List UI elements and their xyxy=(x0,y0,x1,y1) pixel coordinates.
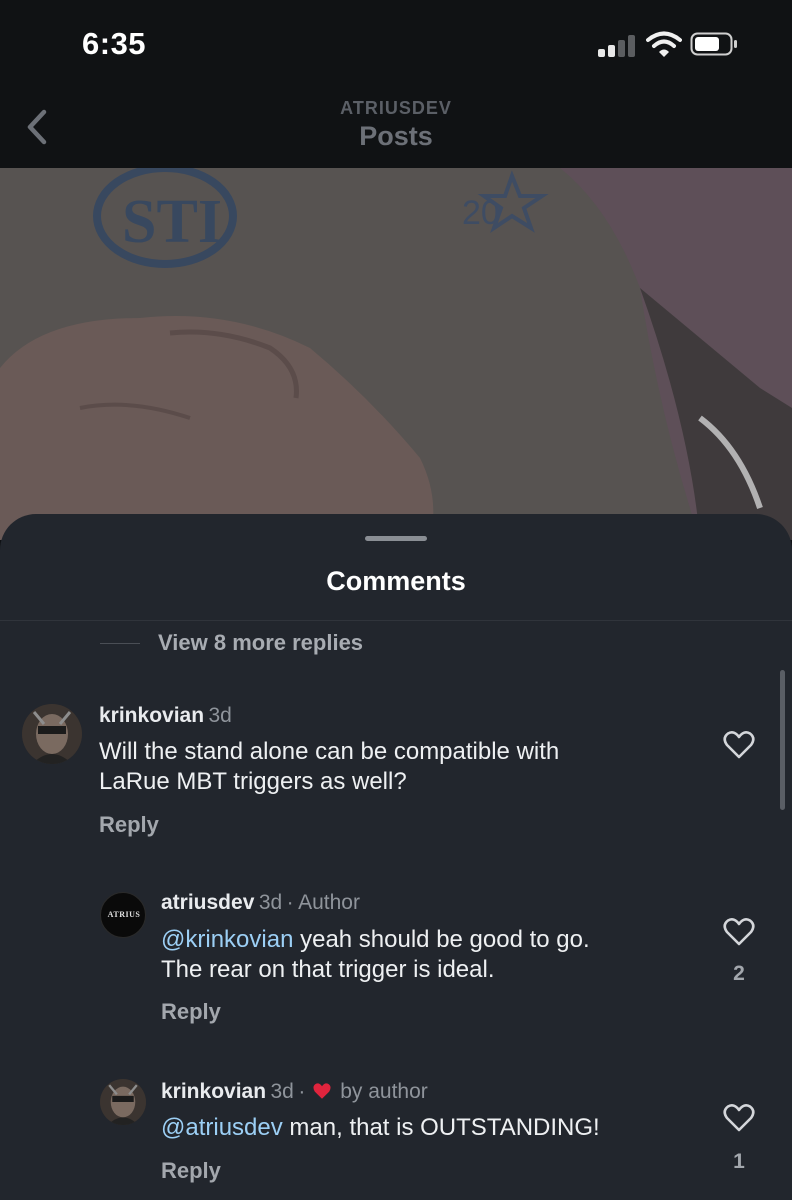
comment-text: man, that is OUTSTANDING! xyxy=(282,1114,600,1141)
comment-username[interactable]: krinkovian xyxy=(161,1080,266,1103)
header-divider xyxy=(0,620,792,621)
comment-text-line: Will the stand alone can be compatible w… xyxy=(99,738,560,765)
avatar[interactable]: ATRIUS xyxy=(100,892,146,938)
battery-icon xyxy=(690,32,737,56)
status-time: 6:35 xyxy=(82,26,147,61)
reply-button[interactable]: Reply xyxy=(99,812,159,838)
avatar[interactable] xyxy=(22,704,82,764)
comment-age: 3d xyxy=(258,891,283,914)
like-count: 1 xyxy=(733,1150,745,1173)
comments-title: Comments xyxy=(326,566,466,596)
nav-title: Posts xyxy=(359,121,433,151)
avatar-logo-text: ATRIUS xyxy=(107,910,141,919)
author-tag: Author xyxy=(298,891,360,914)
comment-username[interactable]: krinkovian xyxy=(99,704,204,727)
comment-text-line: LaRue MBT triggers as well? xyxy=(99,768,407,795)
comments-sheet: Comments View 8 more replies krinkovian … xyxy=(0,514,792,1200)
comment-text-line: @krinkovian yeah should be good to go. xyxy=(161,925,590,955)
replies-connector-line xyxy=(100,643,140,644)
comment-age: 3d xyxy=(270,1080,294,1103)
like-count: 2 xyxy=(733,962,745,985)
liked-by-author: by author xyxy=(340,1080,428,1103)
nav-subtitle: ATRIUSDEV xyxy=(340,98,452,118)
wifi-icon xyxy=(646,31,682,57)
meta-separator: · xyxy=(298,1080,306,1103)
heart-outline-icon[interactable] xyxy=(723,730,755,760)
reply-button[interactable]: Reply xyxy=(161,1158,221,1184)
sheet-drag-handle[interactable] xyxy=(365,536,427,541)
heart-outline-icon[interactable] xyxy=(723,1103,755,1133)
heart-filled-icon xyxy=(313,1083,331,1099)
avatar[interactable] xyxy=(100,1079,146,1125)
comment-text: yeah should be good to go. xyxy=(293,926,590,953)
mention-link[interactable]: @atriusdev xyxy=(161,1114,283,1141)
mention-link[interactable]: @krinkovian xyxy=(161,926,293,953)
scrollbar[interactable] xyxy=(780,670,785,810)
view-more-replies-button[interactable]: View 8 more replies xyxy=(158,630,363,656)
comment-username[interactable]: atriusdev xyxy=(161,891,254,914)
comment-text-line: The rear on that trigger is ideal. xyxy=(161,956,495,983)
reply-button[interactable]: Reply xyxy=(161,999,221,1025)
comment-age: 3d xyxy=(208,704,232,727)
svg-text:STI: STI xyxy=(122,188,222,256)
top-bar: 6:35 ATRIUSDEV Posts xyxy=(0,0,792,168)
heart-outline-icon[interactable] xyxy=(723,917,755,947)
meta-separator: · xyxy=(286,891,294,914)
comment-text-line: @atriusdev man, that is OUTSTANDING! xyxy=(161,1113,600,1143)
signal-icon xyxy=(598,33,638,57)
post-image: STI 20 xyxy=(0,168,792,540)
